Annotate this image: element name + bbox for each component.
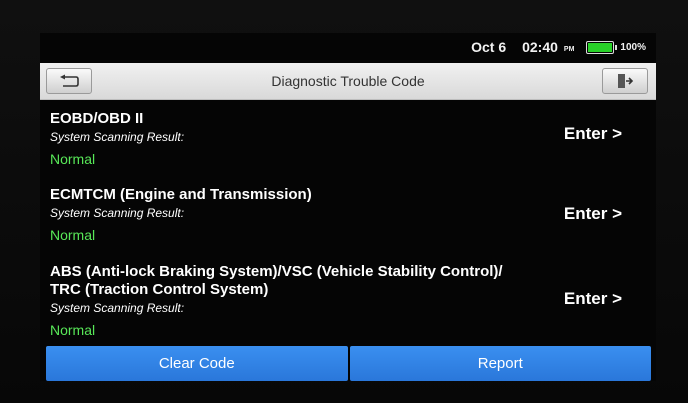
enter-button-ecmtcm[interactable]: Enter >	[564, 204, 622, 224]
status-date: Oct 6	[471, 39, 507, 55]
system-name: ABS (Anti-lock Braking System)/VSC (Vehi…	[50, 263, 503, 280]
system-name: ECMTCM (Engine and Transmission)	[50, 186, 312, 203]
battery-percent: 100%	[620, 41, 646, 53]
list-item-eobd[interactable]: EOBD/OBD II System Scanning Result: Norm…	[50, 110, 650, 167]
system-list: EOBD/OBD II System Scanning Result: Norm…	[40, 100, 656, 345]
page-title: Diagnostic Trouble Code	[271, 73, 425, 89]
exit-icon	[618, 74, 634, 88]
scan-result-label: System Scanning Result:	[50, 206, 185, 220]
exit-button[interactable]	[602, 68, 648, 94]
scan-result-label: System Scanning Result:	[50, 301, 185, 315]
list-item-ecmtcm[interactable]: ECMTCM (Engine and Transmission) System …	[50, 186, 650, 243]
battery-level-fill	[588, 42, 613, 52]
list-item-abs[interactable]: ABS (Anti-lock Braking System)/VSC (Vehi…	[50, 263, 650, 338]
action-bar: Clear Code Report	[46, 346, 651, 381]
status-ampm: PM	[563, 45, 575, 53]
system-name: EOBD/OBD II	[50, 110, 144, 127]
device-screen: Oct 6 02:40 PM 100% Diagnostic Trouble C…	[40, 33, 656, 381]
status-badge: Normal	[50, 322, 96, 338]
status-bar: Oct 6 02:40 PM 100%	[40, 33, 656, 63]
battery-icon	[586, 40, 618, 54]
enter-button-abs[interactable]: Enter >	[564, 289, 622, 309]
report-button[interactable]: Report	[349, 346, 651, 381]
status-badge: Normal	[50, 227, 96, 243]
scan-result-label: System Scanning Result:	[50, 130, 185, 144]
clear-code-button[interactable]: Clear Code	[46, 346, 348, 381]
status-info: Oct 6 02:40 PM 100%	[471, 39, 646, 55]
system-name-line2: TRC (Traction Control System)	[50, 281, 269, 298]
enter-button-eobd[interactable]: Enter >	[564, 124, 622, 144]
title-bar: Diagnostic Trouble Code	[40, 63, 656, 100]
status-badge: Normal	[50, 151, 96, 167]
status-time: 02:40	[522, 39, 558, 55]
